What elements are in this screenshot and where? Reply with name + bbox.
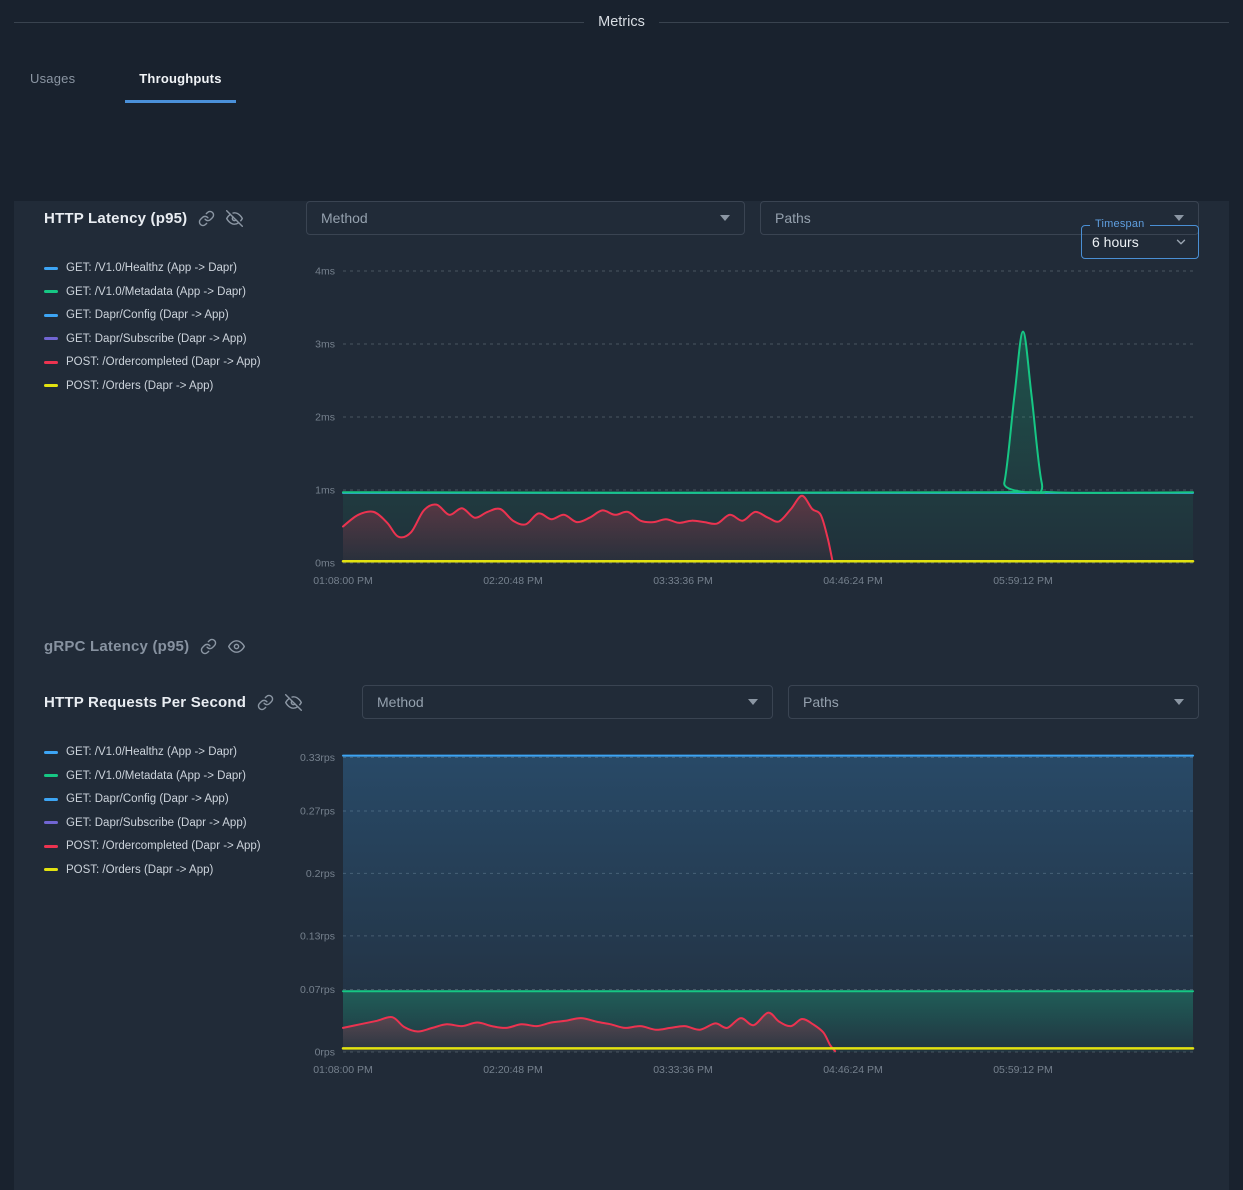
http-rps-title: HTTP Requests Per Second (44, 694, 246, 711)
tab-usages[interactable]: Usages (16, 71, 89, 103)
legend-swatch (44, 751, 58, 754)
legend-swatch (44, 267, 58, 270)
http-rps-header: HTTP Requests Per Second Method Paths (44, 685, 1199, 719)
legend-swatch (44, 845, 58, 848)
timespan-select[interactable]: Timespan 6 hours (1081, 225, 1199, 259)
svg-text:01:08:00 PM: 01:08:00 PM (313, 1064, 373, 1076)
link-icon[interactable] (257, 694, 274, 711)
svg-text:04:46:24 PM: 04:46:24 PM (823, 575, 883, 587)
legend-swatch (44, 384, 58, 387)
legend-swatch (44, 798, 58, 801)
legend-swatch (44, 821, 58, 824)
metrics-panel: Timespan 6 hours HTTP Latency (p95) Meth… (14, 201, 1229, 1190)
legend-item[interactable]: POST: /Orders (Dapr -> App) (44, 380, 299, 392)
legend-item[interactable]: POST: /Orders (Dapr -> App) (44, 864, 299, 876)
svg-text:0rps: 0rps (315, 1047, 335, 1059)
legend-label: GET: Dapr/Subscribe (Dapr -> App) (66, 333, 247, 345)
svg-text:0.07rps: 0.07rps (300, 984, 335, 996)
svg-text:4ms: 4ms (315, 266, 335, 278)
svg-text:02:20:48 PM: 02:20:48 PM (483, 1064, 543, 1076)
legend-label: GET: Dapr/Subscribe (Dapr -> App) (66, 817, 247, 829)
legend-label: POST: /Ordercompleted (Dapr -> App) (66, 356, 261, 368)
paths-dropdown-label: Paths (803, 694, 839, 710)
method-dropdown[interactable]: Method (306, 201, 745, 235)
legend-swatch (44, 337, 58, 340)
timespan-label: Timespan (1090, 218, 1150, 230)
svg-text:0.27rps: 0.27rps (300, 806, 335, 818)
legend-label: GET: /V1.0/Healthz (App -> Dapr) (66, 262, 237, 274)
http-latency-chart[interactable]: 0ms 1ms 2ms 3ms 4ms 01:08:00 PM 02:20:48 PM 03:… (299, 248, 1199, 593)
legend-item[interactable]: GET: Dapr/Config (Dapr -> App) (44, 793, 299, 805)
timespan-value: 6 hours (1092, 234, 1139, 250)
legend-label: POST: /Orders (Dapr -> App) (66, 864, 213, 876)
tab-throughputs[interactable]: Throughputs (125, 71, 235, 103)
legend-item[interactable]: GET: /V1.0/Healthz (App -> Dapr) (44, 262, 299, 274)
link-icon[interactable] (198, 210, 215, 227)
legend-swatch (44, 290, 58, 293)
grpc-latency-title: gRPC Latency (p95) (44, 638, 189, 655)
svg-text:05:59:12 PM: 05:59:12 PM (993, 1064, 1053, 1076)
svg-text:03:33:36 PM: 03:33:36 PM (653, 1064, 713, 1076)
legend-label: GET: Dapr/Config (Dapr -> App) (66, 309, 229, 321)
method-dropdown-label: Method (321, 210, 368, 226)
page-title: Metrics (598, 14, 645, 30)
legend-label: GET: /V1.0/Healthz (App -> Dapr) (66, 746, 237, 758)
legend-item[interactable]: GET: Dapr/Config (Dapr -> App) (44, 309, 299, 321)
legend-swatch (44, 774, 58, 777)
http-latency-header: HTTP Latency (p95) Method Paths (44, 201, 1199, 235)
legend-label: GET: /V1.0/Metadata (App -> Dapr) (66, 286, 246, 298)
grpc-latency-header: gRPC Latency (p95) (44, 633, 1199, 659)
legend-item[interactable]: GET: Dapr/Subscribe (Dapr -> App) (44, 333, 299, 345)
http-latency-chart-container: 0ms 1ms 2ms 3ms 4ms 01:08:00 PM 02:20:48 PM 03:… (299, 248, 1199, 593)
http-latency-body: GET: /V1.0/Healthz (App -> Dapr) GET: /V1… (44, 248, 1199, 593)
triangle-down-icon (1174, 215, 1184, 221)
http-rps-chart[interactable]: 0rps 0.07rps 0.13rps 0.2rps 0.27rps 0.33rps 01… (299, 732, 1199, 1082)
legend-label: GET: /V1.0/Metadata (App -> Dapr) (66, 770, 246, 782)
http-latency-title: HTTP Latency (p95) (44, 210, 187, 227)
legend-item[interactable]: POST: /Ordercompleted (Dapr -> App) (44, 356, 299, 368)
chevron-down-icon (1174, 235, 1188, 249)
svg-text:02:20:48 PM: 02:20:48 PM (483, 575, 543, 587)
method-dropdown-label: Method (377, 694, 424, 710)
legend-item[interactable]: GET: /V1.0/Healthz (App -> Dapr) (44, 746, 299, 758)
svg-text:2ms: 2ms (315, 412, 335, 424)
legend-swatch (44, 361, 58, 364)
http-latency-legend: GET: /V1.0/Healthz (App -> Dapr) GET: /V1… (44, 248, 299, 593)
legend-item[interactable]: GET: Dapr/Subscribe (Dapr -> App) (44, 817, 299, 829)
svg-text:0.2rps: 0.2rps (306, 868, 335, 880)
legend-swatch (44, 868, 58, 871)
legend-swatch (44, 314, 58, 317)
page-title-divider: Metrics (14, 13, 1229, 31)
eye-off-icon[interactable] (226, 210, 243, 227)
triangle-down-icon (748, 699, 758, 705)
link-icon[interactable] (200, 638, 217, 655)
eye-icon[interactable] (228, 638, 245, 655)
legend-item[interactable]: POST: /Ordercompleted (Dapr -> App) (44, 840, 299, 852)
legend-label: GET: Dapr/Config (Dapr -> App) (66, 793, 229, 805)
http-rps-chart-container: 0rps 0.07rps 0.13rps 0.2rps 0.27rps 0.33rps 01… (299, 732, 1199, 1082)
legend-label: POST: /Orders (Dapr -> App) (66, 380, 213, 392)
svg-text:01:08:00 PM: 01:08:00 PM (313, 575, 373, 587)
http-rps-body: GET: /V1.0/Healthz (App -> Dapr) GET: /V1… (44, 732, 1199, 1082)
svg-text:3ms: 3ms (315, 339, 335, 351)
triangle-down-icon (720, 215, 730, 221)
triangle-down-icon (1174, 699, 1184, 705)
svg-text:0.33rps: 0.33rps (300, 752, 335, 764)
eye-off-icon[interactable] (285, 694, 302, 711)
legend-label: POST: /Ordercompleted (Dapr -> App) (66, 840, 261, 852)
method-dropdown[interactable]: Method (362, 685, 773, 719)
svg-text:0ms: 0ms (315, 558, 335, 570)
svg-text:05:59:12 PM: 05:59:12 PM (993, 575, 1053, 587)
svg-text:0.13rps: 0.13rps (300, 930, 335, 942)
legend-item[interactable]: GET: /V1.0/Metadata (App -> Dapr) (44, 286, 299, 298)
http-rps-legend: GET: /V1.0/Healthz (App -> Dapr) GET: /V1… (44, 732, 299, 1082)
svg-text:1ms: 1ms (315, 485, 335, 497)
tab-bar: Usages Throughputs (14, 71, 1229, 103)
paths-dropdown[interactable]: Paths (788, 685, 1199, 719)
legend-item[interactable]: GET: /V1.0/Metadata (App -> Dapr) (44, 770, 299, 782)
paths-dropdown-label: Paths (775, 210, 811, 226)
svg-text:03:33:36 PM: 03:33:36 PM (653, 575, 713, 587)
svg-text:04:46:24 PM: 04:46:24 PM (823, 1064, 883, 1076)
